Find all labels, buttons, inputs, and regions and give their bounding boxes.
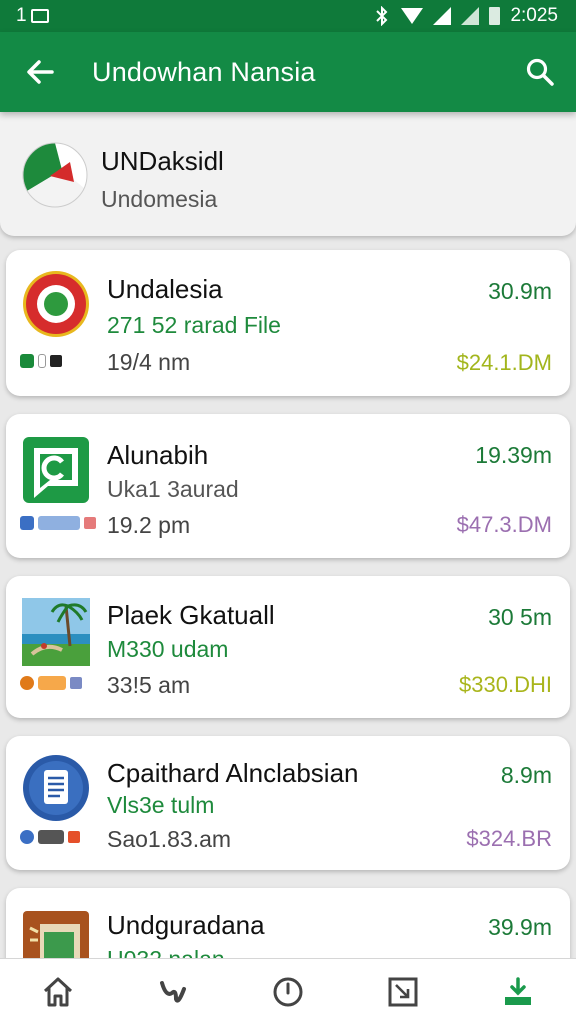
item-subtitle: Uka1 3aurad — [107, 476, 239, 502]
item-name: Undalesia — [107, 274, 223, 304]
item-time: 19.2 pm — [107, 512, 191, 538]
featured-subtitle: Undomesia — [101, 186, 218, 212]
app-bar: Undowhan Nansia — [0, 32, 576, 112]
list-item[interactable]: Undguradana U032 nalan 39.9m — [6, 888, 570, 958]
nav-gallery[interactable] — [368, 962, 438, 1022]
item-name: Undguradana — [107, 910, 265, 940]
clock-icon — [273, 977, 303, 1006]
item-subtitle: 271 52 rarad File — [107, 312, 281, 338]
home-icon — [43, 977, 72, 1006]
badge-label-icon — [38, 516, 80, 530]
item-size: 8.9m — [500, 762, 552, 788]
item-badges — [20, 676, 82, 690]
item-name: Alunabih — [107, 440, 209, 470]
featured-title: UNDaksidl — [101, 146, 224, 176]
status-bar: 1 2:025 — [0, 0, 576, 32]
status-right: 2:025 — [373, 5, 558, 27]
back-button[interactable] — [0, 32, 80, 112]
badge-label-icon — [38, 354, 46, 368]
wifi-icon — [401, 8, 424, 24]
list-item[interactable]: Plaek Gkatuall M330 udam 33!5 am 30 5m $… — [6, 576, 570, 718]
item-time: 33!5 am — [107, 672, 191, 698]
signal-icon — [433, 7, 452, 25]
badge-green-icon — [20, 354, 34, 368]
badge-blue-icon — [70, 677, 82, 689]
download-icon — [505, 976, 532, 1005]
item-subtitle: M330 udam — [107, 636, 229, 662]
chat-app-icon — [23, 437, 89, 503]
item-subtitle: Vls3e tulm — [107, 792, 215, 818]
item-name: Cpaithard Alnclabsian — [107, 758, 359, 788]
target-app-icon — [23, 271, 89, 337]
item-price: $324.BR — [466, 826, 552, 851]
nav-home[interactable] — [23, 962, 93, 1022]
notebook-app-icon — [23, 911, 89, 958]
badge-orange-icon — [20, 676, 34, 690]
document-app-icon — [23, 755, 89, 821]
page-title: Undowhan Nansia — [92, 56, 316, 87]
status-time: 2:025 — [510, 5, 558, 26]
bluetooth-icon — [376, 6, 388, 26]
item-size: 39.9m — [488, 914, 552, 940]
search-button[interactable] — [504, 32, 576, 112]
flag-logo-icon — [22, 142, 88, 208]
nav-history[interactable] — [253, 962, 323, 1022]
bottom-navigation — [0, 958, 576, 1024]
item-price: $330.DHI — [459, 672, 552, 697]
item-price: $24.1.DM — [456, 350, 552, 375]
item-size: 30.9m — [488, 278, 552, 304]
item-badges — [20, 516, 96, 530]
nav-downloads[interactable] — [483, 962, 553, 1022]
beach-photo-icon — [22, 598, 90, 666]
item-size: 19.39m — [475, 442, 552, 468]
item-subtitle: U032 nalan — [107, 946, 225, 958]
badge-blue-icon — [20, 516, 34, 530]
list-item[interactable]: Undalesia 271 52 rarad File 19/4 nm 30.9… — [6, 250, 570, 396]
item-badges — [20, 830, 80, 844]
list-item[interactable]: Cpaithard Alnclabsian Vls3e tulm Sao1.83… — [6, 736, 570, 870]
badge-red-icon — [84, 517, 96, 529]
battery-icon — [489, 7, 501, 25]
badge-blue-icon — [20, 830, 34, 844]
notification-icon — [30, 9, 49, 23]
badge-red-icon — [68, 831, 80, 843]
item-time: Sao1.83.am — [107, 826, 232, 852]
badge-label-icon — [38, 830, 64, 844]
search-icon — [526, 58, 554, 86]
status-left-text: 1 — [16, 5, 27, 26]
app-list[interactable]: UNDaksidl Undomesia Undalesia 271 52 rar… — [0, 112, 576, 958]
image-icon — [388, 977, 418, 1006]
status-left: 1 — [16, 5, 49, 27]
badge-label-icon — [38, 676, 66, 690]
item-name: Plaek Gkatuall — [107, 600, 275, 630]
featured-card[interactable]: UNDaksidl Undomesia — [0, 112, 576, 236]
list-item[interactable]: Alunabih Uka1 3aurad 19.2 pm 19.39m $47.… — [6, 414, 570, 558]
item-time: 19/4 nm — [107, 349, 191, 375]
item-badges — [20, 354, 62, 368]
nav-activity[interactable] — [138, 962, 208, 1022]
item-size: 30 5m — [488, 604, 552, 630]
activity-icon — [159, 980, 186, 1003]
arrow-left-icon — [27, 60, 54, 84]
signal-secondary-icon — [461, 7, 480, 25]
item-price: $47.3.DM — [456, 512, 552, 537]
badge-dark-icon — [50, 355, 62, 367]
